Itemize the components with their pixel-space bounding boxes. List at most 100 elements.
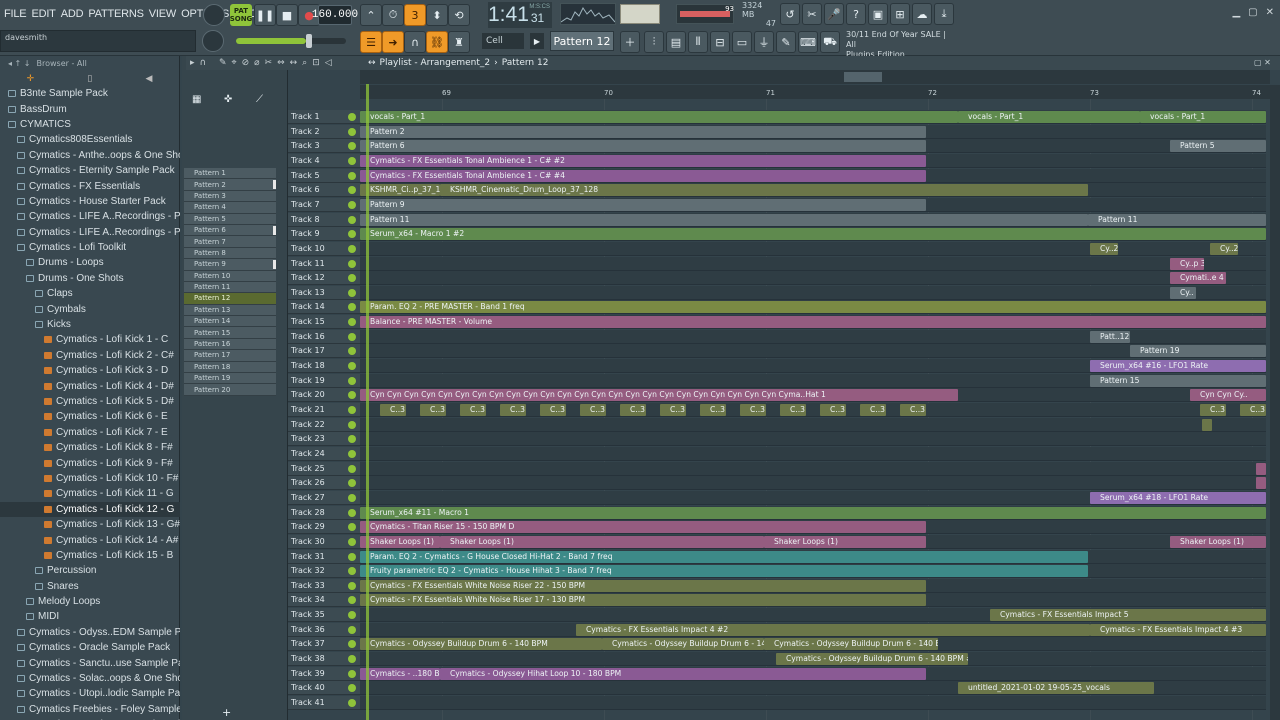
playlist-clip[interactable]: C..3 [580, 404, 606, 416]
pattern-link-icon[interactable]: ⟋ [256, 94, 263, 105]
browser-item[interactable]: B3nte Sample Pack [0, 86, 180, 101]
chat-button[interactable]: ☁ [912, 3, 932, 25]
playlist-clip[interactable]: Serum_x64 #11 - Macro 1 [360, 506, 1266, 519]
track-header[interactable]: Track 24 [288, 446, 360, 461]
track-lane[interactable]: Pattern 11 Pattern 11 [360, 212, 1266, 227]
pattern-item[interactable]: Pattern 12 [184, 293, 276, 305]
playlist-clip[interactable]: C..3 [420, 404, 446, 416]
track-lane[interactable] [360, 696, 1266, 710]
playlist-clip[interactable]: C..3 [900, 404, 926, 416]
browser-item[interactable]: Cymatics - Anthe..oops & One Shots [0, 148, 180, 163]
track-lane[interactable] [360, 432, 1266, 447]
browser-item[interactable]: Cymatics - House Starter Pack [0, 194, 180, 209]
playlist-clip[interactable]: Cy..2 [1090, 242, 1118, 255]
track-lane[interactable]: Pattern 19 [360, 344, 1266, 359]
playlist-clip[interactable]: C..3 [540, 404, 566, 416]
track-lane[interactable]: Pattern 15 [360, 373, 1266, 388]
track-mute-led[interactable] [348, 259, 356, 268]
track-lane[interactable]: Cymati..e 4 - G [360, 271, 1266, 286]
browser-item[interactable]: Cymatics - Lofi Kick 11 - G [0, 486, 180, 501]
playlist-clip[interactable]: Shaker Loops (1) [764, 535, 926, 548]
track-header[interactable]: Track 30 [288, 534, 360, 549]
track-header[interactable]: Track 39 [288, 666, 360, 681]
pattern-selector[interactable]: Pattern 12 [550, 31, 614, 51]
playlist-clip[interactable]: Serum_x64 #16 - LFO1 Rate [1090, 360, 1266, 373]
track-header[interactable]: Track 9 [288, 227, 360, 242]
track-header[interactable]: Track 28 [288, 505, 360, 520]
playlist-clip[interactable]: Serum_x64 - Macro 1 #2 [360, 228, 1266, 241]
track-mute-led[interactable] [348, 156, 356, 165]
timeline-ruler[interactable]: 69 70 71 72 73 74 [360, 85, 1270, 99]
track-mute-led[interactable] [348, 127, 356, 136]
playlist-clip[interactable]: Cymatics - Odyssey Buildup Drum 6 - 140 … [776, 653, 968, 666]
menu-view[interactable]: VIEW [149, 8, 177, 20]
track-header[interactable]: Track 25 [288, 461, 360, 476]
playlist-clip[interactable]: Cymatics - FX Essentials Impact 4 #3 [1090, 623, 1266, 636]
link-button[interactable]: ⛓ [426, 31, 448, 53]
browser-item[interactable]: Cymatics - LIFE A..Recordings - Pt 1 [0, 209, 180, 224]
track-mute-led[interactable] [348, 200, 356, 209]
track-mute-led[interactable] [348, 332, 356, 341]
track-header[interactable]: Track 29 [288, 520, 360, 535]
pattern-item[interactable]: Pattern 3 [184, 190, 276, 203]
track-mute-led[interactable] [348, 523, 356, 532]
playlist-tool-icons[interactable]: ▸∩ ✎⌖⊘⌀✂⇔↔⌕⊡◁ [190, 58, 337, 68]
stop-button[interactable]: ■ [276, 4, 298, 26]
minimize-icon[interactable]: ▁ [1232, 7, 1240, 18]
track-header[interactable]: Track 41 [288, 696, 360, 710]
browser-item[interactable]: Cymatics - LIFE A..Recordings - Pt 2 [0, 225, 180, 240]
cut-button[interactable]: ✂ [802, 3, 822, 25]
playlist-clip[interactable]: Pattern 11 [360, 213, 1088, 226]
track-header[interactable]: Track 18 [288, 359, 360, 374]
playlist-clip[interactable]: Pattern 5 [1170, 140, 1266, 153]
user-name-field[interactable]: davesmith [0, 30, 196, 52]
track-lane[interactable]: Cy..2 Cy..2 [360, 241, 1266, 256]
browser-item[interactable]: Cymatics - Lofi Kick 7 - E [0, 425, 180, 440]
pattern-item[interactable]: Pattern 17 [184, 350, 276, 362]
playlist-clip[interactable]: vocals - Part_1 [1140, 111, 1266, 123]
track-header[interactable]: Track 31 [288, 549, 360, 564]
track-lane[interactable]: KSHMR_Ci..p_37_128KSHMR_Cinematic_Drum_L… [360, 183, 1266, 198]
playlist-clip[interactable]: Pattern 15 [1090, 374, 1266, 387]
browser-item[interactable]: Cymatics - Lofi Kick 8 - F# [0, 440, 180, 455]
playlist-clip[interactable]: KSHMR_Cinematic_Drum_Loop_37_128 [440, 184, 1088, 197]
track-lane[interactable]: Balance - PRE MASTER - Volume [360, 315, 1266, 330]
pattern-item[interactable]: Pattern 19 [184, 373, 276, 385]
playlist-clip[interactable]: C..3 [700, 404, 726, 416]
track-header[interactable]: Track 1 [288, 110, 360, 124]
playlist-clip[interactable]: Cymati..e 4 - G [1170, 272, 1226, 285]
playlist-clip[interactable] [1202, 418, 1212, 431]
snap-select[interactable]: Cell [482, 33, 524, 49]
pattern-item[interactable]: Pattern 2 [184, 179, 276, 191]
tempo-display[interactable]: 160.000 [312, 5, 358, 25]
browser-item[interactable]: MIDI [0, 609, 180, 624]
track-mute-led[interactable] [348, 244, 356, 253]
playlist-clip[interactable] [1256, 477, 1266, 490]
track-lane[interactable]: Pattern 6 Pattern 5 [360, 139, 1266, 154]
track-header[interactable]: Track 11 [288, 256, 360, 271]
track-header[interactable]: Track 38 [288, 652, 360, 667]
add-track-icon[interactable]: + [222, 706, 231, 719]
track-mute-led[interactable] [348, 552, 356, 561]
track-lane[interactable]: Cymatics - FX Essentials Tonal Ambience … [360, 153, 1266, 168]
track-lane[interactable]: C..3 C..3 C..3 C..3 C..3 C..3 C..3 C..3 C..3 C..3… [360, 403, 1266, 417]
playlist-clip[interactable]: C..3 [500, 404, 526, 416]
browser-item[interactable]: Cymatics - Utopi..lodic Sample Pack [0, 686, 180, 701]
track-lane[interactable]: Cy..p 3 [360, 256, 1266, 271]
playlist-clip[interactable]: Cymatics - ..180 BPM [360, 667, 440, 680]
track-lane[interactable]: Cymatics - Titan Riser 15 - 150 BPM D [360, 520, 1266, 535]
browser-item[interactable]: Cymatics - Lofi Toolkit [0, 240, 180, 255]
track-mute-led[interactable] [348, 655, 356, 664]
track-header[interactable]: Track 8 [288, 212, 360, 227]
track-header[interactable]: Track 21 [288, 403, 360, 417]
track-mute-led[interactable] [348, 142, 356, 151]
track-lane[interactable]: Cyn Cyn Cyn Cyn Cyn Cyn Cyn Cyn Cyn Cyn … [360, 388, 1266, 403]
track-header[interactable]: Track 6 [288, 183, 360, 198]
song-mode-button[interactable]: PAT SONG [230, 4, 252, 26]
countdown-button[interactable]: 3 [404, 4, 426, 26]
pattern-song-toggle[interactable] [203, 4, 225, 26]
browser-item[interactable]: Cymatics - Oracle Sample Pack [0, 640, 180, 655]
track-mute-led[interactable] [348, 420, 356, 429]
browser-button[interactable]: ⊟ [710, 31, 730, 53]
playlist-clip[interactable]: C..3 [460, 404, 486, 416]
